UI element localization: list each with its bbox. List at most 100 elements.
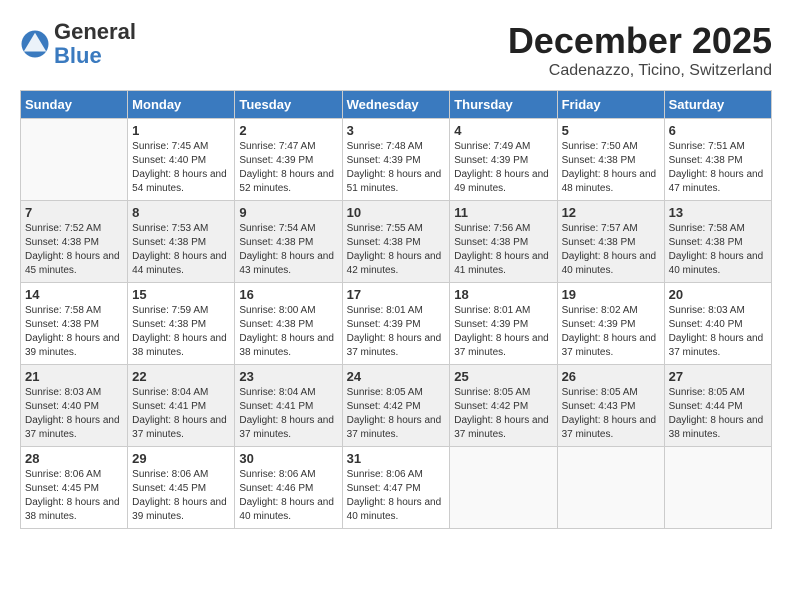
day-info: Sunrise: 7:49 AMSunset: 4:39 PMDaylight:… <box>454 140 552 196</box>
calendar-day-cell: 5 Sunrise: 7:50 AMSunset: 4:38 PMDaylight… <box>557 119 664 201</box>
day-number: 13 <box>669 205 767 220</box>
day-info: Sunrise: 8:06 AMSunset: 4:46 PMDaylight:… <box>239 468 337 524</box>
calendar-day-cell: 16Sunrise: 8:00 AMSunset: 4:38 PMDayligh… <box>235 283 342 365</box>
day-number: 12 <box>562 205 660 220</box>
calendar-day-cell: 3Sunrise: 7:48 AMSunset: 4:39 PMDaylight… <box>342 119 450 201</box>
day-number: 29 <box>132 451 230 466</box>
day-info: Sunrise: 7:45 AMSunset: 4:40 PMDaylight:… <box>132 140 230 196</box>
day-info: Sunrise: 8:06 AMSunset: 4:47 PMDaylight:… <box>347 468 446 524</box>
calendar-day-cell: 27Sunrise: 8:05 AMSunset: 4:44 PMDayligh… <box>664 365 771 447</box>
day-info: Sunrise: 7:54 AMSunset: 4:38 PMDaylight:… <box>239 222 337 278</box>
logo-blue: Blue <box>54 43 102 68</box>
logo-general: General <box>54 19 136 44</box>
day-info: Sunrise: 7:55 AMSunset: 4:38 PMDaylight:… <box>347 222 446 278</box>
day-number: 19 <box>562 287 660 302</box>
calendar-day-cell: 24 Sunrise: 8:05 AMSunset: 4:42 PMDayligh… <box>342 365 450 447</box>
calendar-day-cell: 31 Sunrise: 8:06 AMSunset: 4:47 PMDayligh… <box>342 447 450 529</box>
day-info: Sunrise: 8:06 AMSunset: 4:45 PMDaylight:… <box>25 468 123 524</box>
calendar-day-cell: 25 Sunrise: 8:05 AMSunset: 4:42 PMDayligh… <box>450 365 557 447</box>
day-number: 7 <box>25 205 123 220</box>
day-number: 8 <box>132 205 230 220</box>
calendar-day-cell: 19 Sunrise: 8:02 AMSunset: 4:39 PMDayligh… <box>557 283 664 365</box>
calendar-day-cell <box>450 447 557 529</box>
calendar-day-cell <box>664 447 771 529</box>
calendar-day-cell: 1Sunrise: 7:45 AMSunset: 4:40 PMDaylight… <box>128 119 235 201</box>
day-info: Sunrise: 8:00 AMSunset: 4:38 PMDaylight:… <box>239 304 337 360</box>
day-number: 23 <box>239 369 337 384</box>
day-info: Sunrise: 8:01 AMSunset: 4:39 PMDaylight:… <box>347 304 446 360</box>
day-number: 18 <box>454 287 552 302</box>
day-number: 5 <box>562 123 660 138</box>
day-number: 20 <box>669 287 767 302</box>
calendar-day-cell: 29 Sunrise: 8:06 AMSunset: 4:45 PMDayligh… <box>128 447 235 529</box>
calendar-week-row: 28 Sunrise: 8:06 AMSunset: 4:45 PMDayligh… <box>21 447 772 529</box>
calendar-day-cell: 28 Sunrise: 8:06 AMSunset: 4:45 PMDayligh… <box>21 447 128 529</box>
calendar-day-cell: 26 Sunrise: 8:05 AMSunset: 4:43 PMDayligh… <box>557 365 664 447</box>
calendar-day-cell: 17 Sunrise: 8:01 AMSunset: 4:39 PMDayligh… <box>342 283 450 365</box>
day-info: Sunrise: 8:05 AMSunset: 4:42 PMDaylight:… <box>454 386 552 442</box>
day-info: Sunrise: 8:05 AMSunset: 4:43 PMDaylight:… <box>562 386 660 442</box>
calendar-day-cell: 7 Sunrise: 7:52 AMSunset: 4:38 PMDaylight… <box>21 201 128 283</box>
day-number: 31 <box>347 451 446 466</box>
calendar-day-cell <box>557 447 664 529</box>
weekday-header-friday: Friday <box>557 91 664 119</box>
weekday-header-row: SundayMondayTuesdayWednesdayThursdayFrid… <box>21 91 772 119</box>
day-info: Sunrise: 8:04 AMSunset: 4:41 PMDaylight:… <box>239 386 337 442</box>
day-info: Sunrise: 7:58 AMSunset: 4:38 PMDaylight:… <box>669 222 767 278</box>
day-number: 4 <box>454 123 552 138</box>
calendar-day-cell: 12 Sunrise: 7:57 AMSunset: 4:38 PMDayligh… <box>557 201 664 283</box>
logo: General Blue <box>20 20 136 68</box>
day-number: 14 <box>25 287 123 302</box>
day-info: Sunrise: 7:56 AMSunset: 4:38 PMDaylight:… <box>454 222 552 278</box>
calendar-day-cell: 15Sunrise: 7:59 AMSunset: 4:38 PMDayligh… <box>128 283 235 365</box>
day-info: Sunrise: 7:51 AMSunset: 4:38 PMDaylight:… <box>669 140 767 196</box>
day-info: Sunrise: 7:50 AMSunset: 4:38 PMDaylight:… <box>562 140 660 196</box>
calendar-day-cell: 30 Sunrise: 8:06 AMSunset: 4:46 PMDayligh… <box>235 447 342 529</box>
calendar-day-cell: 8 Sunrise: 7:53 AMSunset: 4:38 PMDaylight… <box>128 201 235 283</box>
day-number: 24 <box>347 369 446 384</box>
weekday-header-tuesday: Tuesday <box>235 91 342 119</box>
day-number: 6 <box>669 123 767 138</box>
page-header: General Blue December 2025 Cadenazzo, Ti… <box>20 20 772 80</box>
calendar-day-cell: 4 Sunrise: 7:49 AMSunset: 4:39 PMDaylight… <box>450 119 557 201</box>
calendar-day-cell: 20Sunrise: 8:03 AMSunset: 4:40 PMDayligh… <box>664 283 771 365</box>
day-info: Sunrise: 8:02 AMSunset: 4:39 PMDaylight:… <box>562 304 660 360</box>
weekday-header-saturday: Saturday <box>664 91 771 119</box>
day-number: 15 <box>132 287 230 302</box>
calendar-day-cell: 2 Sunrise: 7:47 AMSunset: 4:39 PMDaylight… <box>235 119 342 201</box>
calendar-day-cell: 14 Sunrise: 7:58 AMSunset: 4:38 PMDayligh… <box>21 283 128 365</box>
day-number: 21 <box>25 369 123 384</box>
day-info: Sunrise: 7:47 AMSunset: 4:39 PMDaylight:… <box>239 140 337 196</box>
weekday-header-monday: Monday <box>128 91 235 119</box>
calendar-day-cell: 6 Sunrise: 7:51 AMSunset: 4:38 PMDaylight… <box>664 119 771 201</box>
month-title: December 2025 <box>508 20 772 62</box>
day-number: 25 <box>454 369 552 384</box>
day-number: 9 <box>239 205 337 220</box>
day-number: 10 <box>347 205 446 220</box>
day-number: 26 <box>562 369 660 384</box>
day-number: 30 <box>239 451 337 466</box>
weekday-header-wednesday: Wednesday <box>342 91 450 119</box>
day-info: Sunrise: 7:53 AMSunset: 4:38 PMDaylight:… <box>132 222 230 278</box>
day-info: Sunrise: 7:48 AMSunset: 4:39 PMDaylight:… <box>347 140 446 196</box>
calendar-day-cell: 23 Sunrise: 8:04 AMSunset: 4:41 PMDayligh… <box>235 365 342 447</box>
day-number: 28 <box>25 451 123 466</box>
day-info: Sunrise: 7:58 AMSunset: 4:38 PMDaylight:… <box>25 304 123 360</box>
day-number: 17 <box>347 287 446 302</box>
title-area: December 2025 Cadenazzo, Ticino, Switzer… <box>508 20 772 80</box>
calendar-week-row: 14 Sunrise: 7:58 AMSunset: 4:38 PMDayligh… <box>21 283 772 365</box>
calendar-week-row: 1Sunrise: 7:45 AMSunset: 4:40 PMDaylight… <box>21 119 772 201</box>
calendar-day-cell: 9 Sunrise: 7:54 AMSunset: 4:38 PMDaylight… <box>235 201 342 283</box>
calendar-day-cell <box>21 119 128 201</box>
day-number: 2 <box>239 123 337 138</box>
location-title: Cadenazzo, Ticino, Switzerland <box>508 62 772 80</box>
calendar-week-row: 21Sunrise: 8:03 AMSunset: 4:40 PMDayligh… <box>21 365 772 447</box>
calendar-day-cell: 11Sunrise: 7:56 AMSunset: 4:38 PMDayligh… <box>450 201 557 283</box>
day-info: Sunrise: 7:57 AMSunset: 4:38 PMDaylight:… <box>562 222 660 278</box>
day-info: Sunrise: 8:06 AMSunset: 4:45 PMDaylight:… <box>132 468 230 524</box>
calendar-day-cell: 21Sunrise: 8:03 AMSunset: 4:40 PMDayligh… <box>21 365 128 447</box>
day-info: Sunrise: 8:05 AMSunset: 4:42 PMDaylight:… <box>347 386 446 442</box>
day-info: Sunrise: 7:52 AMSunset: 4:38 PMDaylight:… <box>25 222 123 278</box>
day-info: Sunrise: 8:01 AMSunset: 4:39 PMDaylight:… <box>454 304 552 360</box>
calendar-table: SundayMondayTuesdayWednesdayThursdayFrid… <box>20 90 772 529</box>
